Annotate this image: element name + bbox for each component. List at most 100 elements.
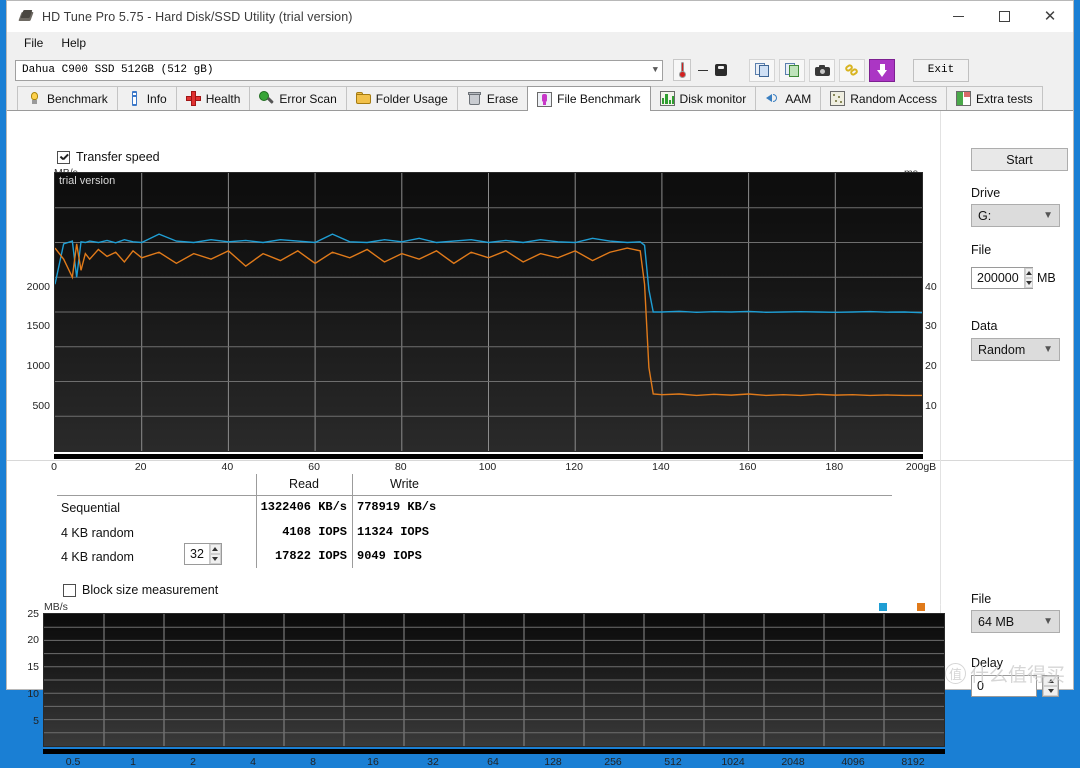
delay-down-button[interactable] [1043,686,1058,696]
health-cross-icon [185,91,201,106]
exit-button[interactable]: Exit [913,58,969,82]
top-chart-xaxis [54,454,923,459]
menu-help-label: Help [61,36,87,50]
chevron-down-icon: ▼ [1043,616,1053,627]
screenshot-button[interactable] [809,58,835,82]
tab-erase[interactable]: Erase [456,86,529,110]
tab-extra-tests[interactable]: Extra tests [945,86,1043,110]
copy-button[interactable] [749,58,775,82]
results-row-0-read: 1322406 KB/s [260,500,347,514]
delay-field-label: Delay [971,656,1003,670]
top-y2tick-20: 20 [925,360,937,372]
copy-icon [754,63,770,77]
data-dropdown-value: Random [978,342,1026,357]
legend-read-swatch [879,603,887,611]
block-file-dropdown[interactable]: 64 MB ▼ [971,610,1060,633]
tab-aam[interactable]: AAM [755,86,822,110]
bottom-chart-xaxis [43,749,945,754]
block-file-dropdown-value: 64 MB [978,614,1015,629]
chevron-down-icon: ▼ [1043,344,1053,355]
tab-health[interactable]: Health [175,86,251,110]
minimize-button[interactable] [935,1,981,32]
tab-folder-usage-label: Folder Usage [375,91,448,106]
temperature-button[interactable] [673,59,691,81]
top-y2tick-10: 10 [925,400,937,412]
top-y2tick-30: 30 [925,320,937,332]
menu-file-label: File [24,36,44,50]
bottom-xtick-2: 2 [190,756,196,768]
results-row-1-write: 11324 IOPS [357,525,430,539]
bottom-xtick-4096: 4096 [841,756,865,768]
link-button[interactable] [839,58,865,82]
file-size-down-button[interactable] [1024,278,1033,288]
delay-stepper[interactable]: 0 [971,675,1059,697]
transfer-speed-svg [55,173,922,451]
queue-depth-down-button[interactable] [209,554,221,564]
content-area: Transfer speed MB/s ms 2000 1500 1000 50… [7,111,1073,768]
temperature-settings-icon[interactable] [715,64,727,76]
exit-label: Exit [927,64,955,76]
block-size-checkbox[interactable] [63,583,76,597]
maximize-button[interactable] [981,1,1027,32]
tab-error-scan-label: Error Scan [279,91,337,106]
tab-file-benchmark[interactable]: File Benchmark [527,86,651,111]
block-size-label: Block size measurement [82,583,219,597]
close-icon: ✕ [1043,8,1057,25]
results-row-0-label: Sequential [61,501,121,515]
magnifier-icon [259,91,275,106]
transfer-speed-checkbox[interactable] [57,150,70,164]
bottom-xtick-16: 16 [367,756,379,768]
tab-disk-monitor[interactable]: Disk monitor [649,86,757,110]
file-size-stepper[interactable]: 200000 [971,267,1033,289]
bottom-xtick-32: 32 [427,756,439,768]
queue-depth-stepper[interactable]: 32 [184,543,222,565]
queue-depth-up-button[interactable] [209,544,221,554]
top-y2tick-40: 40 [925,281,937,293]
download-button[interactable] [869,58,895,82]
hdd-icon [18,9,34,24]
tab-benchmark-label: Benchmark [47,91,108,106]
caret-up-icon [1025,271,1032,275]
menu-item-file[interactable]: File [15,34,52,52]
tab-error-scan[interactable]: Error Scan [249,86,347,110]
transfer-speed-checkbox-row[interactable]: Transfer speed [57,150,160,164]
tab-erase-label: Erase [486,91,519,106]
top-ytick-500: 500 [32,400,50,412]
trash-icon [467,91,482,106]
results-row-2-label: 4 KB random [61,550,134,564]
data-dropdown[interactable]: Random ▼ [971,338,1060,361]
watermark-mark: 值 [944,663,966,684]
tab-file-benchmark-label: File Benchmark [557,92,641,106]
file-size-field-label: File [971,243,992,257]
download-icon [876,63,888,77]
random-access-icon [830,91,846,106]
file-size-value: 200000 [977,271,1019,285]
results-header-write: Write [390,477,419,491]
top-xtick-180: 180 [825,461,844,473]
caret-down-icon [1047,689,1054,693]
start-button[interactable]: Start [971,148,1068,171]
tab-benchmark[interactable]: Benchmark [17,86,118,110]
drive-dropdown[interactable]: G: ▼ [971,204,1060,227]
caret-down-icon [1025,281,1032,285]
menu-item-help[interactable]: Help [52,34,95,52]
tab-random-access[interactable]: Random Access [820,86,947,110]
copy-image-button[interactable] [779,58,805,82]
top-xtick-0: 0 [51,461,57,473]
block-size-checkbox-row[interactable]: Block size measurement [63,583,218,597]
extra-tests-icon [955,91,971,106]
menu-bar: File Help [7,32,1073,54]
tab-folder-usage[interactable]: Folder Usage [345,86,458,110]
file-size-up-button[interactable] [1024,268,1033,278]
delay-up-button[interactable] [1043,676,1058,686]
bottom-xtick-256: 256 [604,756,622,768]
tab-extra-tests-label: Extra tests [975,91,1033,106]
close-button[interactable]: ✕ [1027,1,1073,32]
legend-write-swatch [917,603,926,611]
tab-info[interactable]: Info [116,86,177,110]
drive-select[interactable]: Dahua C900 SSD 512GB (512 gB) ▼ [15,59,663,81]
results-row-1-label: 4 KB random [61,526,134,540]
folder-icon [355,91,371,106]
tab-aam-label: AAM [785,91,812,106]
temperature-group [673,59,727,81]
